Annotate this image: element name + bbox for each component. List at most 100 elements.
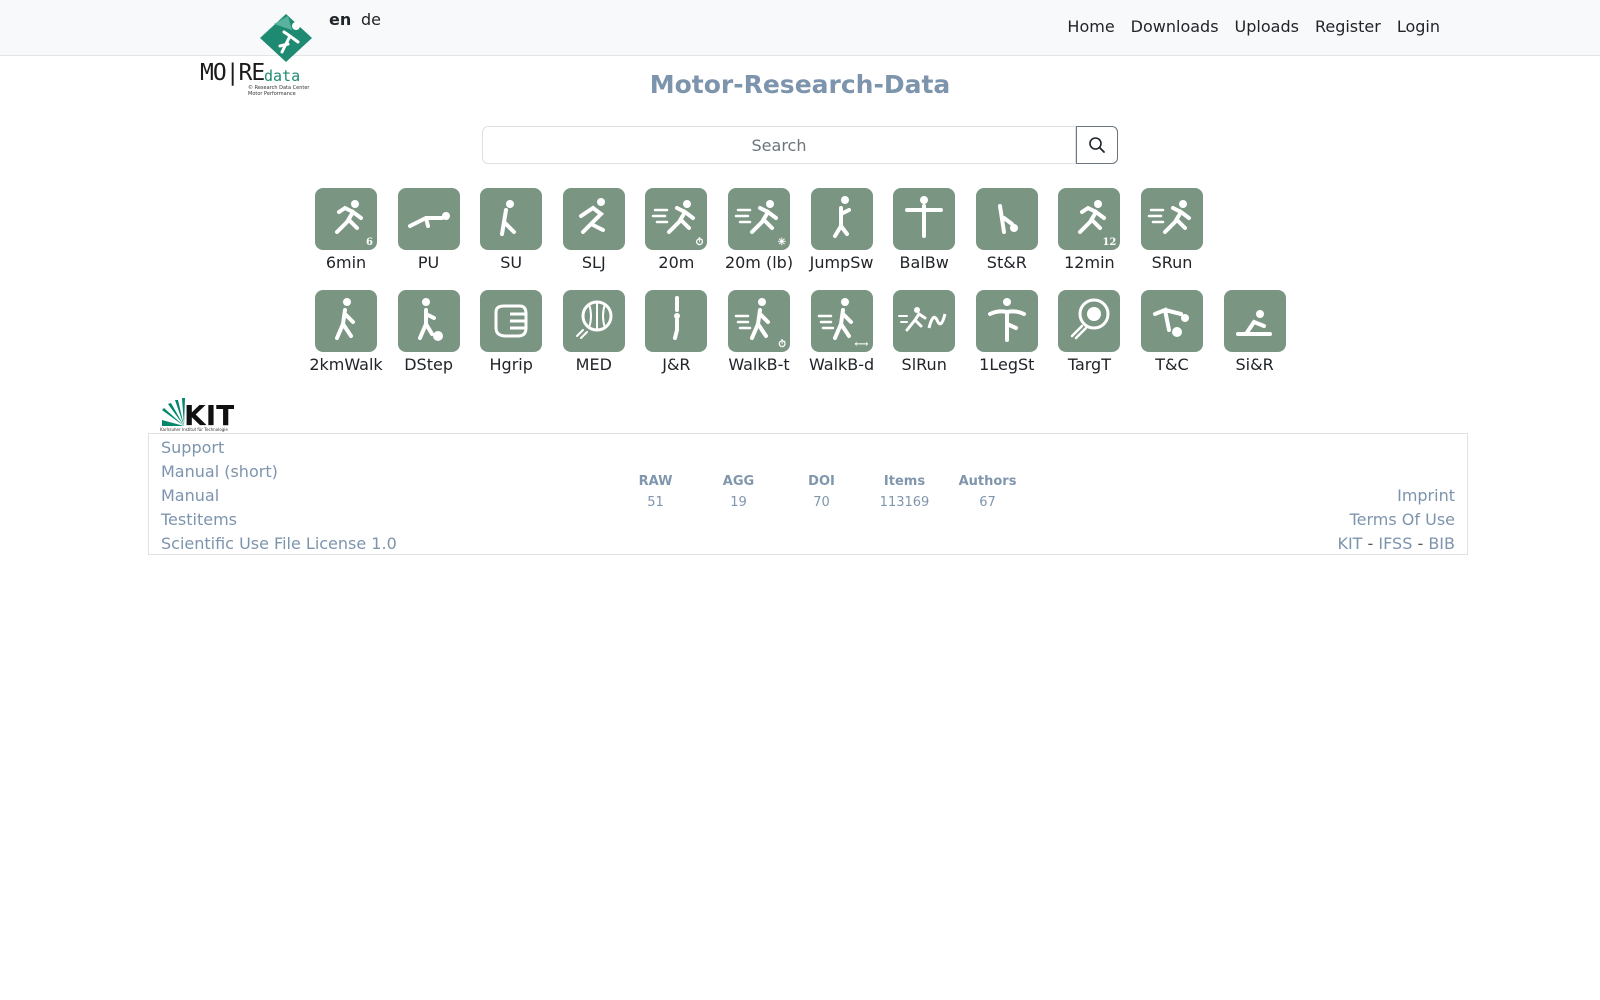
footer-link-bib[interactable]: BIB [1428,534,1455,553]
tile-label: SRun [1151,253,1193,272]
search-icon [1089,137,1105,153]
test-tile[interactable]: St&R [966,188,1048,272]
test-tile[interactable]: ⏱ 20m [635,188,717,272]
test-tile[interactable]: SRun [1131,188,1213,272]
tile-label: WalkB-d [808,355,875,374]
jump-and-reach-icon [645,290,708,352]
stat-items: Items 113169 [863,473,946,515]
test-tile[interactable]: T&C [1131,290,1213,374]
tile-label: 2kmWalk [309,355,383,374]
footer-link-support[interactable]: Support [161,436,397,460]
jump-sideways-icon [810,188,873,250]
tile-label: Si&R [1235,355,1274,374]
test-tile[interactable]: SLJ [553,188,635,272]
test-tile[interactable]: ⟷ WalkB-d [801,290,883,374]
stat-head: DOI [808,474,835,489]
push-up-icon [397,188,460,250]
footer-link-license[interactable]: Scientific Use File License 1.0 [161,532,397,556]
stat-value: 67 [979,495,996,510]
search-button[interactable] [1076,126,1118,164]
nav-uploads[interactable]: Uploads [1235,17,1299,36]
nav-downloads[interactable]: Downloads [1131,17,1219,36]
language-en[interactable]: en [329,10,351,29]
medicine-ball-icon [562,290,625,352]
shuttle-run-icon [1141,188,1203,250]
separator: - [1367,534,1374,553]
footer-link-imprint[interactable]: Imprint [1337,484,1455,508]
test-tile[interactable]: 12 12min [1048,188,1130,272]
tile-label: J&R [662,355,691,374]
nav-register[interactable]: Register [1315,17,1381,36]
test-tile[interactable]: PU [388,188,470,272]
stat-value: 51 [647,495,664,510]
footer-link-ifss[interactable]: IFSS [1378,534,1412,553]
test-tile[interactable]: MED [553,290,635,374]
kit-logo-icon: KIT Karlsruher Institut für Technologie [160,398,235,432]
stat-head: RAW [638,474,673,489]
tile-badge: ⏱ [778,339,786,350]
test-tile[interactable]: Si&R [1214,290,1296,374]
search-input[interactable] [482,126,1076,164]
stand-and-reach-icon [975,188,1038,250]
test-tile[interactable]: 6 6min [305,188,387,272]
stat-value: 19 [730,495,747,510]
footer: Support Manual (short) Manual Testitems … [148,433,1468,555]
tile-badge: ⟷ [854,339,869,350]
hand-grip-icon [480,290,543,352]
tile-label: St&R [986,253,1027,272]
tile-label: MED [575,355,612,374]
test-tile[interactable]: 1LegSt [966,290,1048,374]
test-tile[interactable]: 2kmWalk [305,290,387,374]
long-jump-icon [562,188,625,250]
nav-login[interactable]: Login [1397,17,1440,36]
test-tile[interactable]: Hgrip [470,290,552,374]
target-throw-icon [1058,290,1121,352]
search-bar [482,126,1118,164]
sprint-lightbarrier-icon: ✳ [728,188,790,250]
runner-6-icon: 6 [315,188,377,250]
footer-left-links: Support Manual (short) Manual Testitems … [161,436,397,556]
walk-distance-icon: ⟷ [810,290,873,352]
balance-backward-icon [893,188,956,250]
tile-label: SlRun [901,355,947,374]
test-tile[interactable]: SU [470,188,552,272]
tile-label: Hgrip [489,355,533,374]
test-tile[interactable]: J&R [635,290,717,374]
test-tile[interactable]: JumpSw [801,188,883,272]
nav-home[interactable]: Home [1067,17,1114,36]
tile-label: SU [500,253,523,272]
test-tile[interactable]: TargT [1048,290,1130,374]
page-title: Motor-Research-Data [649,70,951,99]
test-tile[interactable]: ⏱ WalkB-t [718,290,800,374]
kit-logo[interactable]: KIT Karlsruher Institut für Technologie [160,396,235,432]
footer-link-kit[interactable]: KIT [1337,534,1362,553]
tile-label: 20m [658,253,695,272]
tile-label: SLJ [581,253,606,272]
footer-link-manual[interactable]: Manual [161,484,397,508]
language-de[interactable]: de [361,10,381,29]
stat-authors: Authors 67 [946,473,1029,515]
tile-label: BalBw [899,253,949,272]
step-icon [397,290,460,352]
footer-link-testitems[interactable]: Testitems [161,508,397,532]
footer-link-terms[interactable]: Terms Of Use [1337,508,1455,532]
tile-label: TargT [1067,355,1111,374]
tile-label: DStep [404,355,453,374]
svg-text:Karlsruher Institut für Techno: Karlsruher Institut für Technologie [160,427,228,432]
tile-badge: 12 [1102,237,1117,248]
tile-label: 20m (lb) [724,253,794,272]
touch-and-catch-icon [1141,290,1203,352]
tile-label: JumpSw [809,253,874,272]
tile-badge: ✳ [777,237,786,248]
test-tile[interactable]: DStep [388,290,470,374]
sit-up-icon [480,188,543,250]
footer-link-manual-short[interactable]: Manual (short) [161,460,397,484]
stat-head: AGG [722,474,755,489]
runner-diamond-icon [260,14,312,62]
test-tile[interactable]: SlRun [883,290,965,374]
sit-and-reach-icon [1223,290,1286,352]
test-tile[interactable]: ✳ 20m (lb) [718,188,800,272]
test-tile[interactable]: BalBw [883,188,965,272]
tile-badge: 6 [366,237,373,248]
sprint-timer-icon: ⏱ [645,188,708,250]
